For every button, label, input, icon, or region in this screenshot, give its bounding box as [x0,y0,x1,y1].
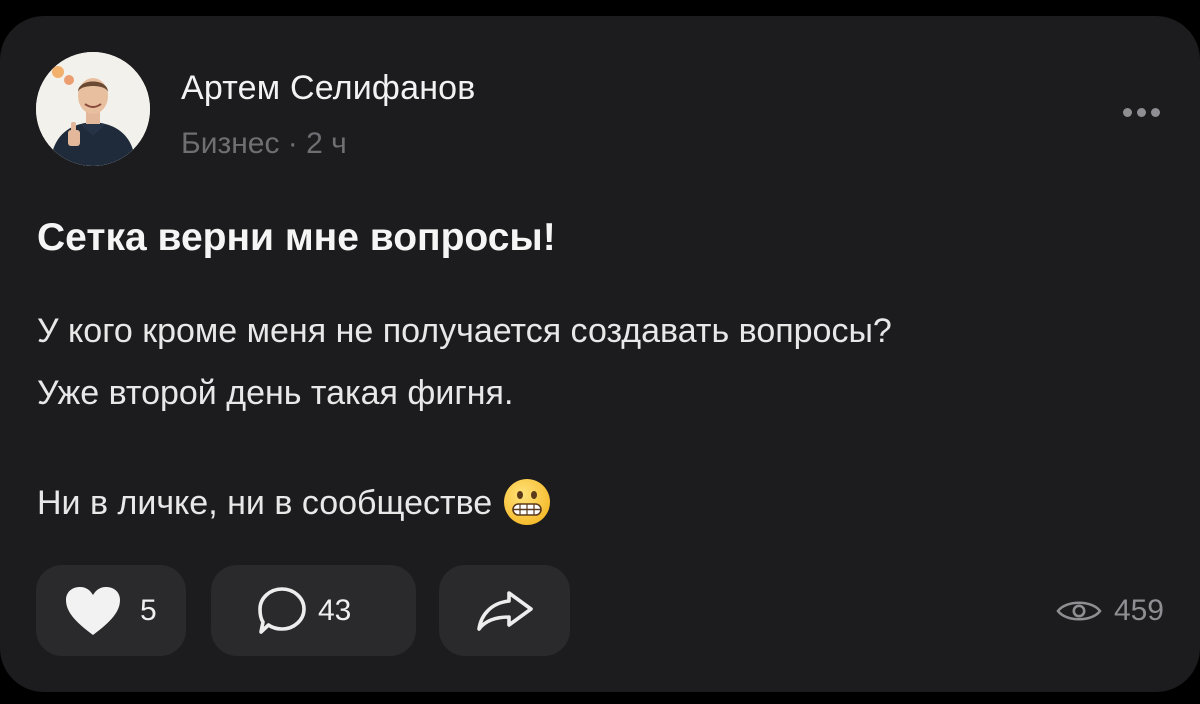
post-body-line: У кого кроме меня не получается создават… [37,312,892,350]
like-button[interactable]: 5 [36,565,186,656]
author-avatar[interactable] [36,52,150,166]
more-dot-icon [1150,107,1160,117]
post-title: Сетка верни мне вопросы! [37,216,556,259]
comment-bubble-icon [258,586,306,634]
comment-count: 43 [318,593,352,627]
post-time: 2 ч [306,127,347,160]
post-body-line: Уже второй день такая фигня. [37,374,514,412]
post-body-text: Ни в личке, ни в сообществе [37,483,493,522]
meta-separator: · [287,127,298,160]
author-category: Бизнес [181,127,280,160]
post-body-line-with-emoji: Ни в личке, ни в сообществе [37,479,552,530]
share-arrow-icon [476,590,533,631]
post-card: Артем Селифанов Бизнес · 2 ч Сетка верни… [0,16,1200,692]
heart-icon [66,586,120,635]
author-name[interactable]: Артем Селифанов [181,69,476,108]
avatar-photo [36,52,150,166]
more-dot-icon [1122,107,1132,117]
grimacing-face-icon [504,479,551,525]
view-counter: 459 [1056,594,1164,628]
eye-icon [1056,601,1102,621]
like-count: 5 [140,593,157,627]
more-dot-icon [1136,107,1146,117]
more-options-button[interactable] [1112,98,1170,126]
share-button[interactable] [439,565,570,656]
view-count: 459 [1113,594,1164,627]
post-meta: Бизнес · 2 ч [181,127,347,161]
comment-button[interactable]: 43 [211,565,416,656]
